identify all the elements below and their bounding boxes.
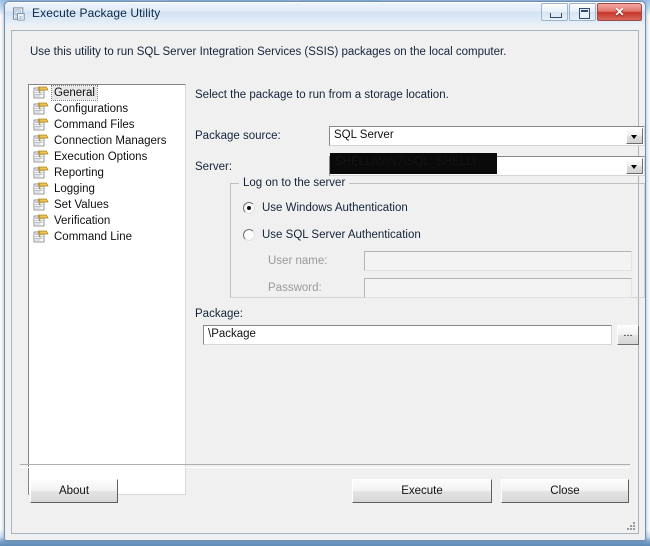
minimize-icon <box>550 13 562 18</box>
about-button[interactable]: About <box>30 479 118 503</box>
use-windows-authentication-label: Use Windows Authentication <box>262 202 408 214</box>
sidebar-item-label: Logging <box>54 183 95 195</box>
package-node-icon <box>33 118 49 131</box>
sidebar-item-label: Connection Managers <box>54 135 167 147</box>
sidebar-item-command-files[interactable]: Command Files <box>29 117 185 133</box>
package-node-icon <box>33 198 49 211</box>
window-title: Execute Package Utility <box>32 6 161 20</box>
sidebar-item-label: Configurations <box>54 103 129 115</box>
execute-button[interactable]: Execute <box>352 479 492 503</box>
sidebar-item-label: Execution Options <box>54 151 148 163</box>
logon-group: Log on to the server Use Windows Authent… <box>230 177 645 298</box>
resize-grip[interactable] <box>625 520 637 532</box>
server-label: Server: <box>195 161 233 173</box>
sidebar-item-label: Command Files <box>54 119 135 131</box>
package-path-value: \Package <box>208 328 256 340</box>
password-label: Password: <box>268 282 322 294</box>
sidebar-item-label: General <box>51 85 98 101</box>
password-input[interactable] <box>364 278 632 298</box>
sidebar-item-set-values[interactable]: Set Values <box>29 197 185 213</box>
minimize-button[interactable] <box>541 3 568 21</box>
chevron-down-icon[interactable] <box>626 128 643 144</box>
pane-description: Select the package to run from a storage… <box>195 89 449 101</box>
utility-description: Use this utility to run SQL Server Integ… <box>30 46 507 58</box>
package-source-combobox[interactable]: SQL Server <box>329 126 645 146</box>
user-name-label: User name: <box>268 255 328 267</box>
chevron-down-icon[interactable] <box>626 158 643 174</box>
package-node-icon <box>33 150 49 163</box>
package-node-icon <box>33 230 49 243</box>
use-sql-server-authentication-label: Use SQL Server Authentication <box>262 229 421 241</box>
server-value-redacted: SHELLIWIN7\SQL_SHELLI <box>330 153 497 174</box>
dialog-frame: Use this utility to run SQL Server Integ… <box>11 30 645 534</box>
browse-package-button[interactable]: ... <box>617 325 639 345</box>
package-label: Package: <box>195 308 243 320</box>
close-icon: ✕ <box>614 5 625 19</box>
radio-indicator-off-icon <box>243 229 255 241</box>
sidebar-item-execution-options[interactable]: Execution Options <box>29 149 185 165</box>
title-bar[interactable]: Execute Package Utility ✕ <box>5 2 645 27</box>
package-node-icon <box>33 134 49 147</box>
package-node-icon <box>33 182 49 195</box>
sidebar-item-command-line[interactable]: Command Line <box>29 229 185 245</box>
maximize-icon <box>579 8 590 19</box>
dialog-client-area: Use this utility to run SQL Server Integ… <box>5 26 645 540</box>
close-button[interactable]: Close <box>501 479 629 503</box>
package-source-value: SQL Server <box>334 129 394 141</box>
footer-divider <box>20 464 630 468</box>
package-document-icon <box>12 7 25 21</box>
sidebar-item-label: Verification <box>54 215 111 227</box>
package-source-label: Package source: <box>195 130 281 142</box>
sidebar-item-label: Command Line <box>54 231 132 243</box>
package-path-input[interactable]: \Package <box>203 325 612 345</box>
sidebar-item-verification[interactable]: Verification <box>29 213 185 229</box>
package-node-icon <box>33 102 49 115</box>
close-window-button[interactable]: ✕ <box>597 3 642 21</box>
sidebar-item-logging[interactable]: Logging <box>29 181 185 197</box>
sidebar-item-label: Reporting <box>54 167 104 179</box>
package-node-icon <box>33 166 49 179</box>
user-name-input[interactable] <box>364 251 632 271</box>
radio-indicator-on-icon <box>243 202 255 214</box>
package-node-icon <box>33 86 49 99</box>
execute-package-utility-window: Execute Package Utility ✕ Use this utili… <box>4 1 646 541</box>
settings-page-list[interactable]: General Configurations Command Files Connec… <box>28 84 186 495</box>
sidebar-item-reporting[interactable]: Reporting <box>29 165 185 181</box>
window-controls: ✕ <box>540 3 642 21</box>
package-node-icon <box>33 214 49 227</box>
sidebar-item-connection-managers[interactable]: Connection Managers <box>29 133 185 149</box>
sidebar-item-label: Set Values <box>54 199 109 211</box>
use-sql-server-authentication-radio[interactable]: Use SQL Server Authentication <box>243 229 421 241</box>
use-windows-authentication-radio[interactable]: Use Windows Authentication <box>243 202 408 214</box>
maximize-button[interactable] <box>569 3 596 21</box>
sidebar-item-general[interactable]: General <box>29 85 185 101</box>
logon-group-title: Log on to the server <box>239 177 350 189</box>
sidebar-item-configurations[interactable]: Configurations <box>29 101 185 117</box>
